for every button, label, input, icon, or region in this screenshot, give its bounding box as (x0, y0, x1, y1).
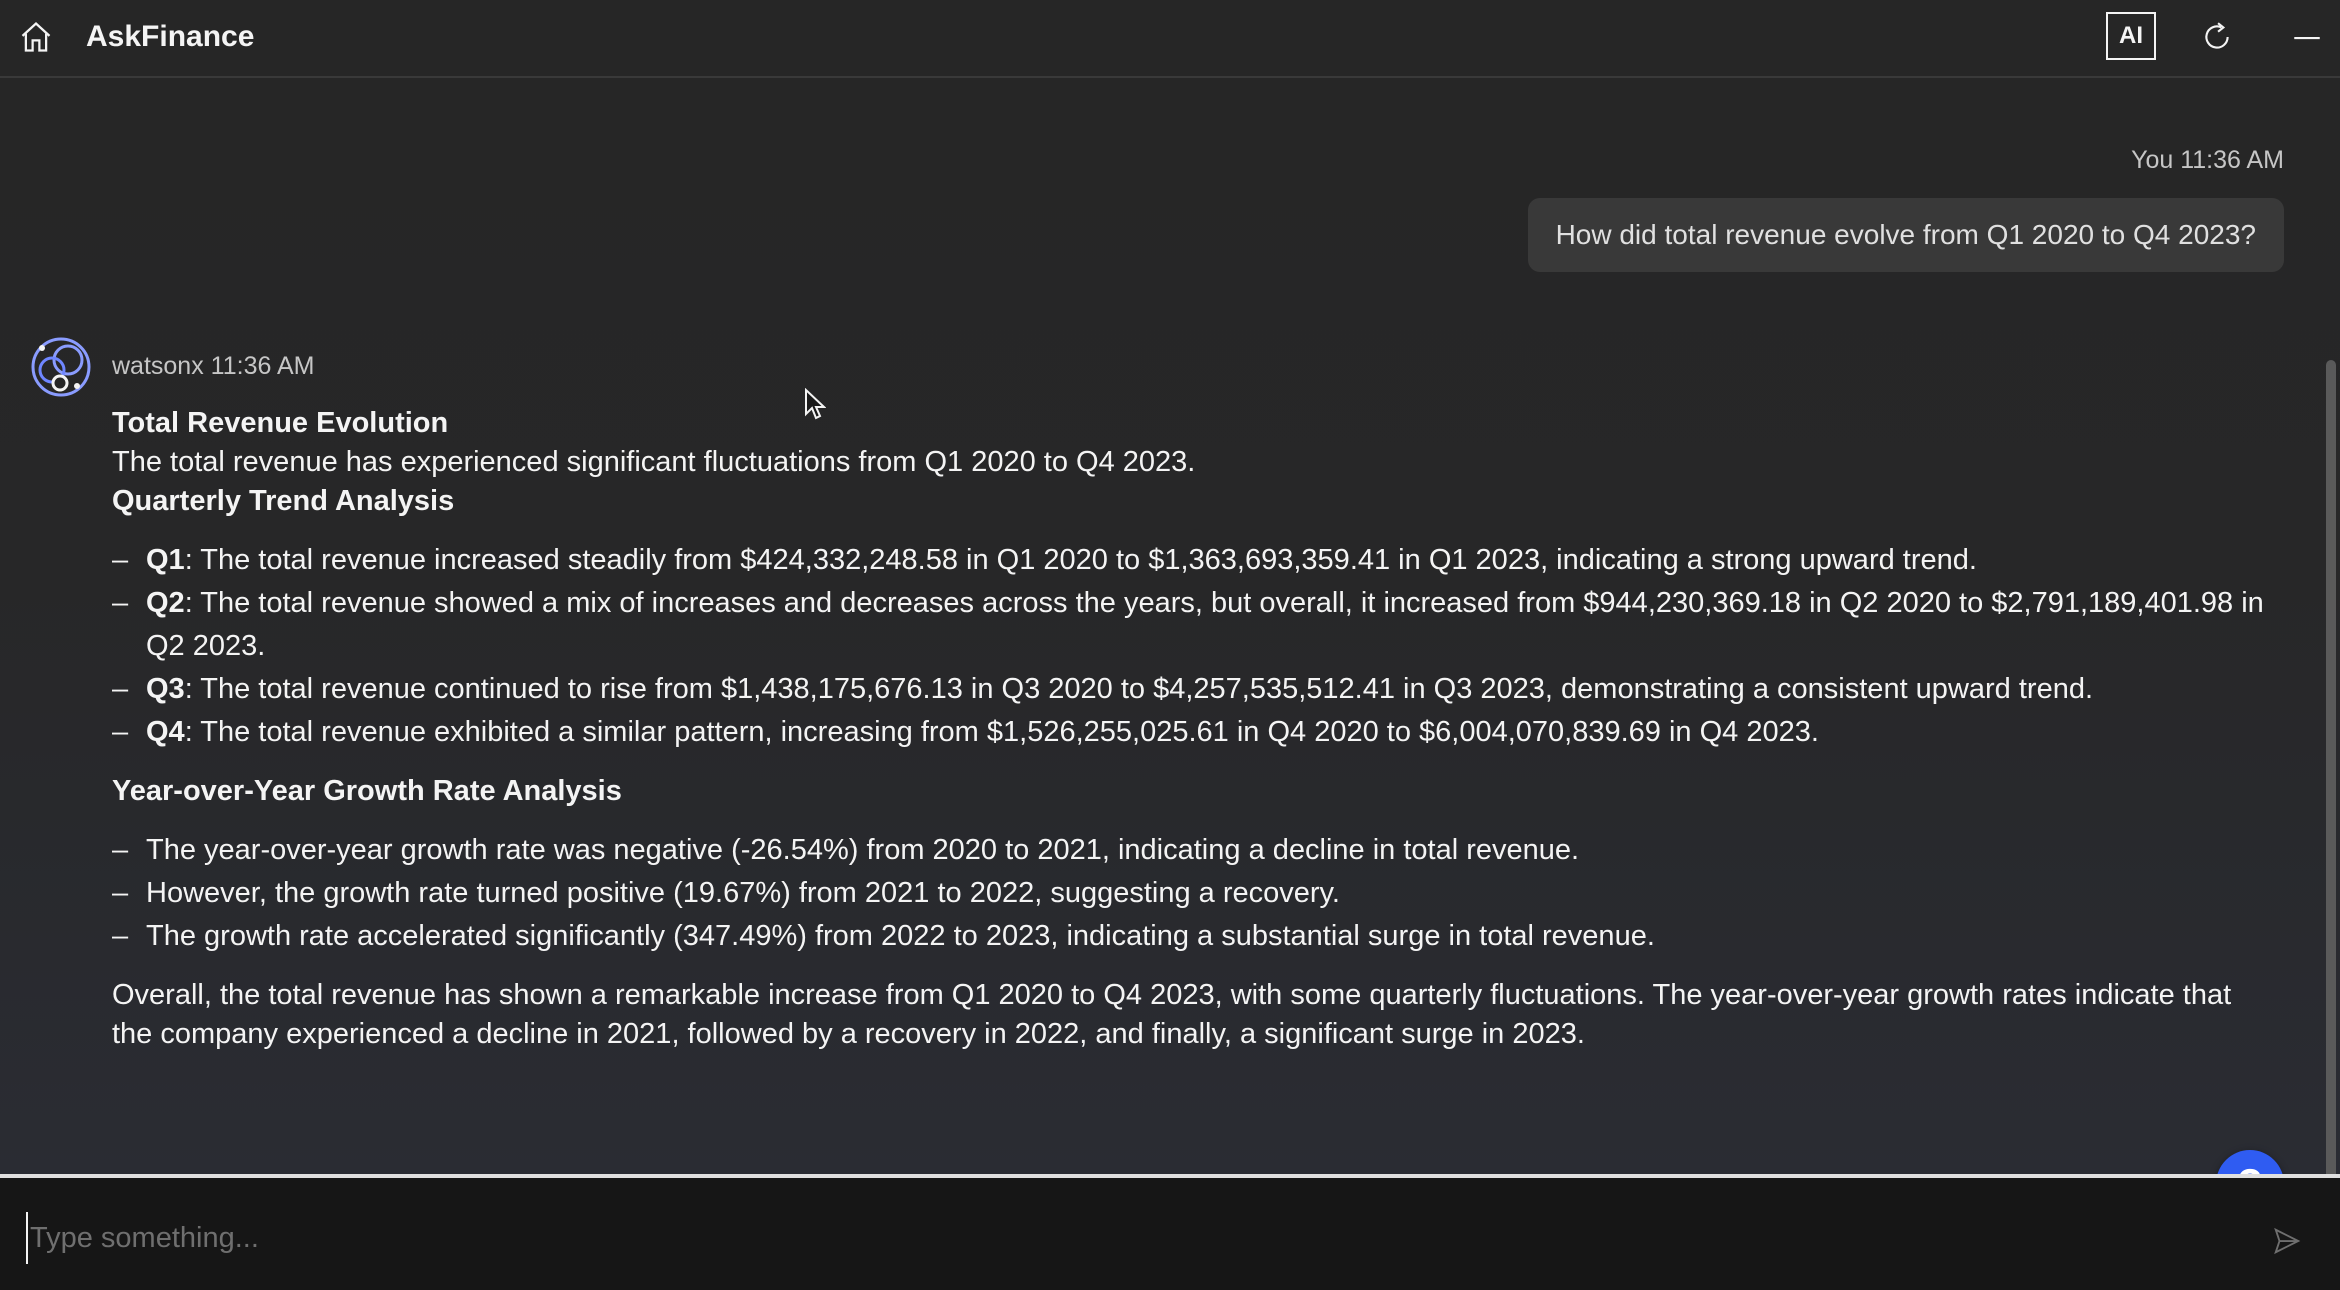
message-input-area (0, 1174, 2340, 1290)
list-item: – The growth rate accelerated significant… (112, 920, 1655, 952)
list-item: – Q3: The total revenue continued to rise… (112, 673, 2094, 705)
message-conclusion: Overall, the total revenue has shown a r… (112, 979, 2232, 1050)
message-heading: Total Revenue Evolution (112, 407, 449, 439)
mouse-cursor-icon (805, 388, 826, 420)
bot-time: 11:36 AM (210, 352, 315, 380)
bot-message-body: Total Revenue Evolution The total revenu… (112, 404, 2272, 1054)
list-item: – Q2: The total revenue showed a mix of i… (112, 587, 2264, 662)
section-title-quarterly: Quarterly Trend Analysis (112, 485, 455, 517)
refresh-icon[interactable] (2200, 20, 2234, 54)
message-input[interactable] (26, 1212, 2232, 1264)
minimize-icon[interactable] (2290, 20, 2324, 54)
chat-scrollbar[interactable] (2326, 360, 2336, 1250)
app-title: AskFinance (86, 20, 255, 53)
bot-message-meta: watsonx 11:36 AM (112, 352, 314, 381)
section-title-growth: Year-over-Year Growth Rate Analysis (112, 775, 622, 807)
list-item: – However, the growth rate turned positiv… (112, 877, 1340, 909)
user-time: 11:36 AM (2180, 146, 2284, 174)
watsonx-avatar-icon (31, 337, 91, 397)
user-message-meta: You 11:36 AM (2131, 146, 2284, 175)
app-header: AskFinance AI (0, 0, 2340, 78)
list-item: – The year-over-year growth rate was nega… (112, 834, 1580, 866)
home-icon[interactable] (18, 18, 54, 56)
ai-badge[interactable]: AI (2106, 12, 2156, 60)
list-item: – Q1: The total revenue increased steadil… (112, 544, 1977, 576)
user-sender: You (2131, 146, 2174, 174)
message-intro: The total revenue has experienced signif… (112, 446, 1196, 478)
growth-list: – The year-over-year growth rate was nega… (112, 829, 2272, 958)
quarterly-list: – Q1: The total revenue increased steadil… (112, 539, 2272, 754)
list-item: – Q4: The total revenue exhibited a simil… (112, 716, 1819, 748)
user-message-bubble: How did total revenue evolve from Q1 202… (1527, 198, 2284, 272)
bot-sender: watsonx (112, 352, 204, 380)
send-icon[interactable] (2272, 1226, 2302, 1256)
chat-area: You 11:36 AM How did total revenue evolv… (0, 80, 2340, 1250)
